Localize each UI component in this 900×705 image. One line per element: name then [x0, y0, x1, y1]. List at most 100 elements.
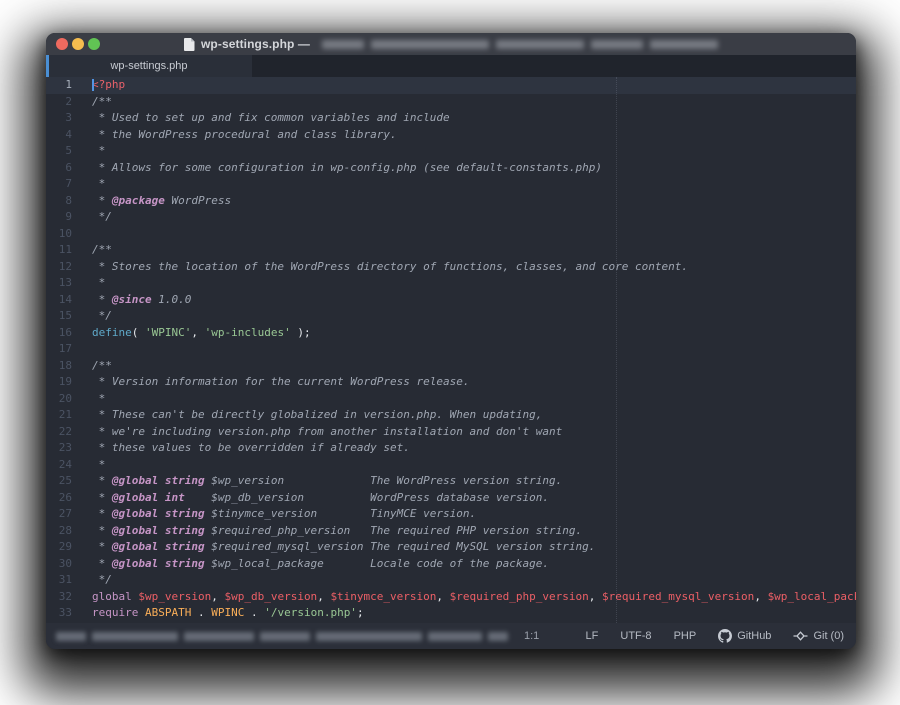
line-number: 29 — [46, 539, 92, 556]
line-ending-indicator[interactable]: LF — [586, 630, 599, 642]
code-token: $wp_db_version — [224, 590, 317, 603]
code-token: $required_php_version The required PHP v… — [205, 524, 583, 537]
line-number: 16 — [46, 325, 92, 342]
window-title: wp-settings.php — — [184, 37, 718, 51]
code-line[interactable]: */ — [92, 209, 856, 226]
code-token: $wp_local_package — [768, 590, 856, 603]
code-token: * — [92, 507, 112, 520]
code-line[interactable]: * Allows for some configuration in wp-co… — [92, 160, 856, 177]
code-line[interactable]: * Version information for the current Wo… — [92, 374, 856, 391]
code-line[interactable]: define( 'WPINC', 'wp-includes' ); — [92, 325, 856, 342]
code-line[interactable]: * @global string $required_php_version T… — [92, 523, 856, 540]
title-bar[interactable]: wp-settings.php — — [46, 33, 856, 55]
gutter: 1234567891011121314151617181920212223242… — [46, 77, 92, 623]
cursor-position: 1:1 — [524, 630, 539, 642]
code-line[interactable]: <?php — [92, 77, 856, 94]
code-token: @global string — [112, 507, 205, 520]
code-token: @global string — [112, 557, 205, 570]
line-number: 6 — [46, 160, 92, 177]
code-token: * Version information for the current Wo… — [92, 375, 470, 388]
code-line[interactable]: * — [92, 176, 856, 193]
code-line[interactable]: /** — [92, 94, 856, 111]
code-token: $required_mysql_version The required MyS… — [205, 540, 596, 553]
code-line[interactable]: * @global string $wp_version The WordPre… — [92, 473, 856, 490]
github-label: GitHub — [737, 630, 771, 642]
code-line[interactable]: */ — [92, 308, 856, 325]
tab-bar: wp-settings.php — [46, 55, 856, 77]
code-token: * the WordPress procedural and class lib… — [92, 128, 397, 141]
github-status[interactable]: GitHub — [718, 629, 771, 643]
code-token: */ — [92, 309, 112, 322]
code-line[interactable]: * these values to be overridden if alrea… — [92, 440, 856, 457]
code-line[interactable]: /** — [92, 242, 856, 259]
code-token: ( — [132, 326, 145, 339]
code-token: * we're including version.php from anoth… — [92, 425, 562, 438]
line-number: 1 — [46, 77, 92, 94]
line-number: 13 — [46, 275, 92, 292]
code-line[interactable]: * These can't be directly globalized in … — [92, 407, 856, 424]
syntax-selector[interactable]: PHP — [674, 630, 697, 642]
code-token: . — [191, 606, 211, 619]
code-line[interactable]: * @global string $wp_local_package Local… — [92, 556, 856, 573]
encoding-indicator[interactable]: UTF-8 — [620, 630, 651, 642]
git-label: Git (0) — [813, 630, 844, 642]
line-number: 27 — [46, 506, 92, 523]
code-line[interactable]: * @package WordPress — [92, 193, 856, 210]
code-token: $required_mysql_version — [602, 590, 754, 603]
code-token: @global string — [112, 540, 205, 553]
code-token: * — [92, 557, 112, 570]
line-number: 2 — [46, 94, 92, 111]
code-editor[interactable]: 1234567891011121314151617181920212223242… — [46, 77, 856, 623]
line-number: 26 — [46, 490, 92, 507]
code-line[interactable]: /** — [92, 358, 856, 375]
line-number: 32 — [46, 589, 92, 606]
code-token: /** — [92, 359, 112, 372]
code-line[interactable]: * @global int $wp_db_version WordPress d… — [92, 490, 856, 507]
tab-wp-settings[interactable]: wp-settings.php — [46, 55, 252, 77]
code-token: /** — [92, 95, 112, 108]
code-line[interactable]: * @global string $tinymce_version TinyMC… — [92, 506, 856, 523]
code-line[interactable]: require ABSPATH . WPINC . '/version.php'… — [92, 605, 856, 622]
zoom-button[interactable] — [88, 38, 100, 50]
code-line[interactable] — [92, 226, 856, 243]
git-status[interactable]: Git (0) — [793, 630, 844, 642]
line-number: 19 — [46, 374, 92, 391]
code-line[interactable]: * @global string $required_mysql_version… — [92, 539, 856, 556]
code-line[interactable]: * — [92, 457, 856, 474]
code-token: * These can't be directly globalized in … — [92, 408, 542, 421]
code-line[interactable]: * Stores the location of the WordPress d… — [92, 259, 856, 276]
line-number: 12 — [46, 259, 92, 276]
line-number: 33 — [46, 605, 92, 622]
code-token: $wp_version The WordPress version string… — [205, 474, 563, 487]
code-line[interactable]: * — [92, 391, 856, 408]
code-token: $required_php_version — [450, 590, 589, 603]
code-token: , — [317, 590, 330, 603]
code-line[interactable]: global $wp_version, $wp_db_version, $tin… — [92, 589, 856, 606]
code-token: WPINC — [211, 606, 244, 619]
line-number: 20 — [46, 391, 92, 408]
line-number: 17 — [46, 341, 92, 358]
code-token: WordPress — [165, 194, 231, 207]
line-number: 30 — [46, 556, 92, 573]
code-line[interactable]: */ — [92, 572, 856, 589]
code-lines[interactable]: <?php/** * Used to set up and fix common… — [92, 77, 856, 623]
minimize-button[interactable] — [72, 38, 84, 50]
code-line[interactable] — [92, 341, 856, 358]
code-token: ABSPATH — [145, 606, 191, 619]
code-line[interactable]: * Used to set up and fix common variable… — [92, 110, 856, 127]
code-line[interactable]: * we're including version.php from anoth… — [92, 424, 856, 441]
code-token: '/version.php' — [264, 606, 357, 619]
code-token: * Allows for some configuration in wp-co… — [92, 161, 602, 174]
code-token: $tinymce_version — [330, 590, 436, 603]
code-line[interactable]: * the WordPress procedural and class lib… — [92, 127, 856, 144]
tab-label: wp-settings.php — [110, 60, 187, 72]
close-button[interactable] — [56, 38, 68, 50]
line-number: 23 — [46, 440, 92, 457]
code-token: 1.0.0 — [152, 293, 192, 306]
traffic-lights — [56, 38, 100, 50]
document-icon — [184, 38, 195, 51]
code-line[interactable]: * @since 1.0.0 — [92, 292, 856, 309]
code-line[interactable]: * — [92, 143, 856, 160]
tab-strip-indicator — [46, 55, 49, 77]
code-line[interactable]: * — [92, 275, 856, 292]
